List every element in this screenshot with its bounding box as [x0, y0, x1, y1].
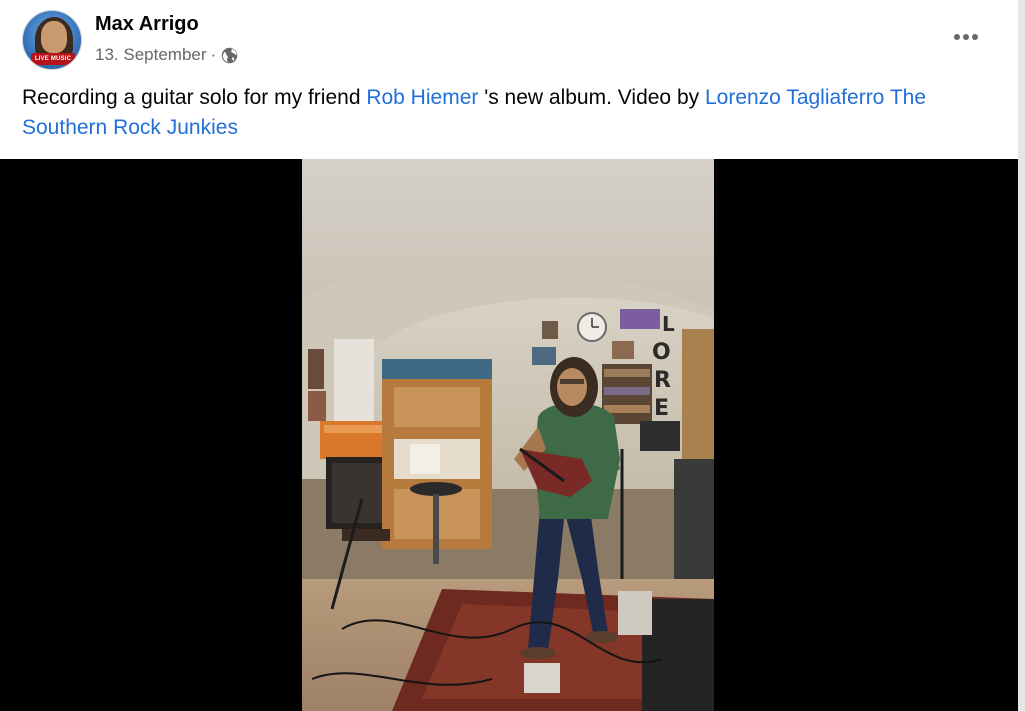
- author-avatar[interactable]: LIVE MUSIC: [22, 10, 82, 70]
- meta-separator: ·: [210, 45, 217, 64]
- avatar-face: [41, 21, 67, 53]
- avatar-badge: LIVE MUSIC: [31, 53, 75, 65]
- caption-text-1: Recording a guitar solo for my friend: [22, 86, 367, 109]
- wall-letter-e: E: [654, 396, 669, 421]
- caption-text-2: 's new album. Video by: [478, 86, 705, 109]
- more-options-button[interactable]: [944, 19, 988, 55]
- video-player[interactable]: L O R E: [0, 159, 1018, 711]
- wall-letter-r: R: [654, 368, 671, 393]
- post-header: LIVE MUSIC Max Arrigo 13. September ·: [0, 0, 1018, 80]
- post-meta: 13. September ·: [95, 45, 238, 65]
- mention-lorenzo-tagliaferro[interactable]: Lorenzo Tagliaferro: [705, 86, 884, 109]
- author-name[interactable]: Max Arrigo: [95, 13, 199, 36]
- video-frame[interactable]: L O R E: [302, 159, 714, 711]
- facebook-post: LIVE MUSIC Max Arrigo 13. September · Re…: [0, 0, 1018, 711]
- more-horizontal-icon: [953, 28, 979, 46]
- post-caption: Recording a guitar solo for my friend Ro…: [22, 83, 997, 143]
- wall-letter-o: O: [652, 340, 671, 365]
- globe-icon[interactable]: [221, 47, 238, 64]
- mention-rob-hiemer[interactable]: Rob Hiemer: [366, 86, 478, 109]
- page-scroll-edge: [1018, 0, 1025, 711]
- video-still: L O R E: [302, 159, 714, 711]
- wall-letter-l: L: [662, 312, 675, 336]
- post-date[interactable]: 13. September: [95, 45, 207, 65]
